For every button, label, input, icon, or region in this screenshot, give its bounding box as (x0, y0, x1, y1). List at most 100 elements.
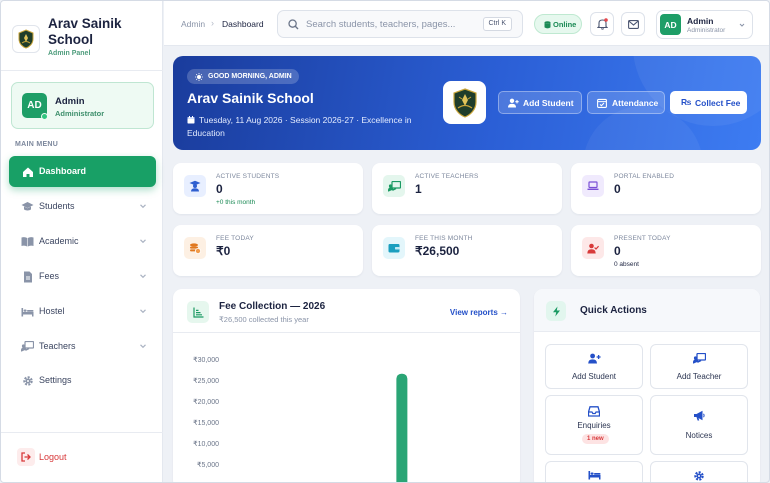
chevron-down-icon (140, 239, 146, 244)
brand: Arav Sainik School Admin Panel (1, 1, 163, 71)
receipt-icon (21, 270, 34, 283)
sidebar-footer: Logout (1, 432, 163, 482)
stat-subtext: 0 absent (614, 261, 639, 268)
avatar: AD (660, 14, 681, 35)
chart-line-icon (187, 301, 209, 323)
menu-heading: MAIN MENU (15, 141, 59, 148)
greeting-text: GOOD MORNING, ADMIN (208, 73, 292, 80)
quick-action-enquiries[interactable]: Enquiries 1 new (545, 395, 643, 455)
stat-card-active-students[interactable]: ACTIVE STUDENTS 0 +0 this month (173, 163, 363, 214)
banner-title: Arav Sainik School (187, 90, 314, 106)
sidebar-item-label: Settings (39, 375, 72, 385)
sidebar-item-label: Academic (39, 236, 79, 246)
stat-value: 1 (415, 182, 422, 196)
chevron-down-icon (140, 204, 146, 209)
graduation-cap-icon (21, 200, 34, 213)
stat-card-fee-today[interactable]: FEE TODAY ₹0 (173, 225, 363, 276)
sidebar-item-label: Students (39, 201, 75, 211)
student-icon (184, 175, 206, 197)
chevron-down-icon (140, 309, 146, 314)
sidebar-item-students[interactable]: Students (9, 191, 156, 222)
quick-action-settings[interactable] (650, 461, 748, 482)
stat-value: ₹0 (216, 244, 231, 258)
user-role: Administrator (55, 109, 105, 118)
quick-actions-title: Quick Actions (580, 305, 647, 316)
coins-icon (184, 237, 206, 259)
banner-date-session: Tuesday, 11 Aug 2026 · Session 2026-27 ·… (187, 115, 412, 138)
lightning-icon (546, 301, 566, 321)
stat-label: ACTIVE TEACHERS (415, 173, 479, 180)
quick-action-label: Notices (685, 431, 713, 440)
sidebar-user-card[interactable]: AD Admin Administrator (11, 82, 154, 129)
sidebar-item-fees[interactable]: Fees (9, 261, 156, 292)
rupee-icon: ₨ (681, 97, 692, 107)
profile-role: Administrator (687, 27, 726, 34)
inbox-icon (546, 406, 642, 417)
book-open-icon (21, 235, 34, 248)
sidebar-item-dashboard[interactable]: Dashboard (9, 156, 156, 187)
sidebar-item-settings[interactable]: Settings (9, 365, 156, 396)
stat-card-present-today[interactable]: PRESENT TODAY 0 0 absent (571, 225, 761, 276)
chevron-down-icon (140, 274, 146, 279)
panel-subtitle: ₹26,500 collected this year (219, 315, 309, 324)
gear-icon (651, 470, 747, 482)
y-tick-label: ₹20,000 (193, 398, 219, 406)
attendance-button[interactable]: Attendance (587, 91, 665, 114)
quick-action-add-student[interactable]: Add Student (545, 344, 643, 389)
collect-fee-button[interactable]: ₨ Collect Fee (670, 91, 747, 114)
search-input[interactable] (306, 17, 476, 32)
messages-button[interactable] (621, 12, 645, 36)
user-plus-icon (508, 98, 519, 108)
sidebar-item-label: Fees (39, 271, 60, 281)
calendar-icon (187, 116, 195, 124)
profile-menu-button[interactable]: AD Admin Administrator (656, 10, 753, 39)
y-tick-label: ₹30,000 (193, 356, 219, 364)
stat-label: PORTAL ENABLED (614, 173, 675, 180)
breadcrumb-root[interactable]: Admin (181, 19, 205, 29)
add-student-button[interactable]: Add Student (498, 91, 582, 114)
fee-collection-panel: Fee Collection — 2026 ₹26,500 collected … (173, 289, 520, 483)
logout-label: Logout (39, 452, 67, 462)
sidebar-item-hostel[interactable]: Hostel (9, 296, 156, 327)
sidebar-item-label: Dashboard (39, 166, 87, 176)
quick-action-notices[interactable]: Notices (650, 395, 748, 455)
stat-card-active-teachers[interactable]: ACTIVE TEACHERS 1 (372, 163, 562, 214)
chalkboard-icon (651, 353, 747, 364)
status-text: Online (553, 20, 577, 29)
y-tick-label: ₹10,000 (193, 440, 219, 448)
bell-icon (596, 18, 608, 30)
sidebar-item-label: Hostel (39, 306, 65, 316)
quick-action-add-teacher[interactable]: Add Teacher (650, 344, 748, 389)
stat-label: FEE TODAY (216, 235, 254, 242)
teacher-icon (383, 175, 405, 197)
y-tick-label: ₹15,000 (193, 419, 219, 427)
stat-label: FEE THIS MONTH (415, 235, 473, 242)
sidebar: Arav Sainik School Admin Panel AD Admin … (1, 1, 163, 482)
quick-action-hostel[interactable] (545, 461, 643, 482)
stat-label: PRESENT TODAY (614, 235, 671, 242)
stat-card-fee-this-month[interactable]: FEE THIS MONTH ₹26,500 (372, 225, 562, 276)
breadcrumb-separator-icon: › (211, 18, 214, 28)
view-reports-link[interactable]: View reports → (450, 308, 508, 317)
stat-value: 0 (614, 182, 621, 196)
sun-icon (195, 73, 203, 81)
breadcrumb-current: Dashboard (222, 19, 264, 29)
notifications-button[interactable] (590, 12, 614, 36)
megaphone-icon (651, 410, 747, 421)
y-tick-label: ₹5,000 (197, 461, 219, 469)
search-box: Ctrl K (277, 10, 523, 38)
logout-button[interactable]: Logout (11, 443, 151, 473)
sidebar-item-teachers[interactable]: Teachers (9, 331, 156, 362)
app-window: Arav Sainik School Admin Panel AD Admin … (0, 0, 770, 483)
quick-actions-panel: Quick Actions Add Student Add Teacher En… (534, 289, 760, 482)
database-icon (544, 21, 551, 29)
user-check-icon (582, 237, 604, 259)
bar-aug[interactable] (396, 373, 408, 483)
calendar-check-icon (597, 98, 607, 108)
sidebar-item-academic[interactable]: Academic (9, 226, 156, 257)
search-shortcut-hint: Ctrl K (482, 17, 512, 31)
stat-card-portal-enabled[interactable]: PORTAL ENABLED 0 (571, 163, 761, 214)
brand-name: Arav Sainik School (48, 16, 122, 47)
online-dot (41, 113, 48, 120)
add-student-label: Add Student (523, 97, 574, 108)
